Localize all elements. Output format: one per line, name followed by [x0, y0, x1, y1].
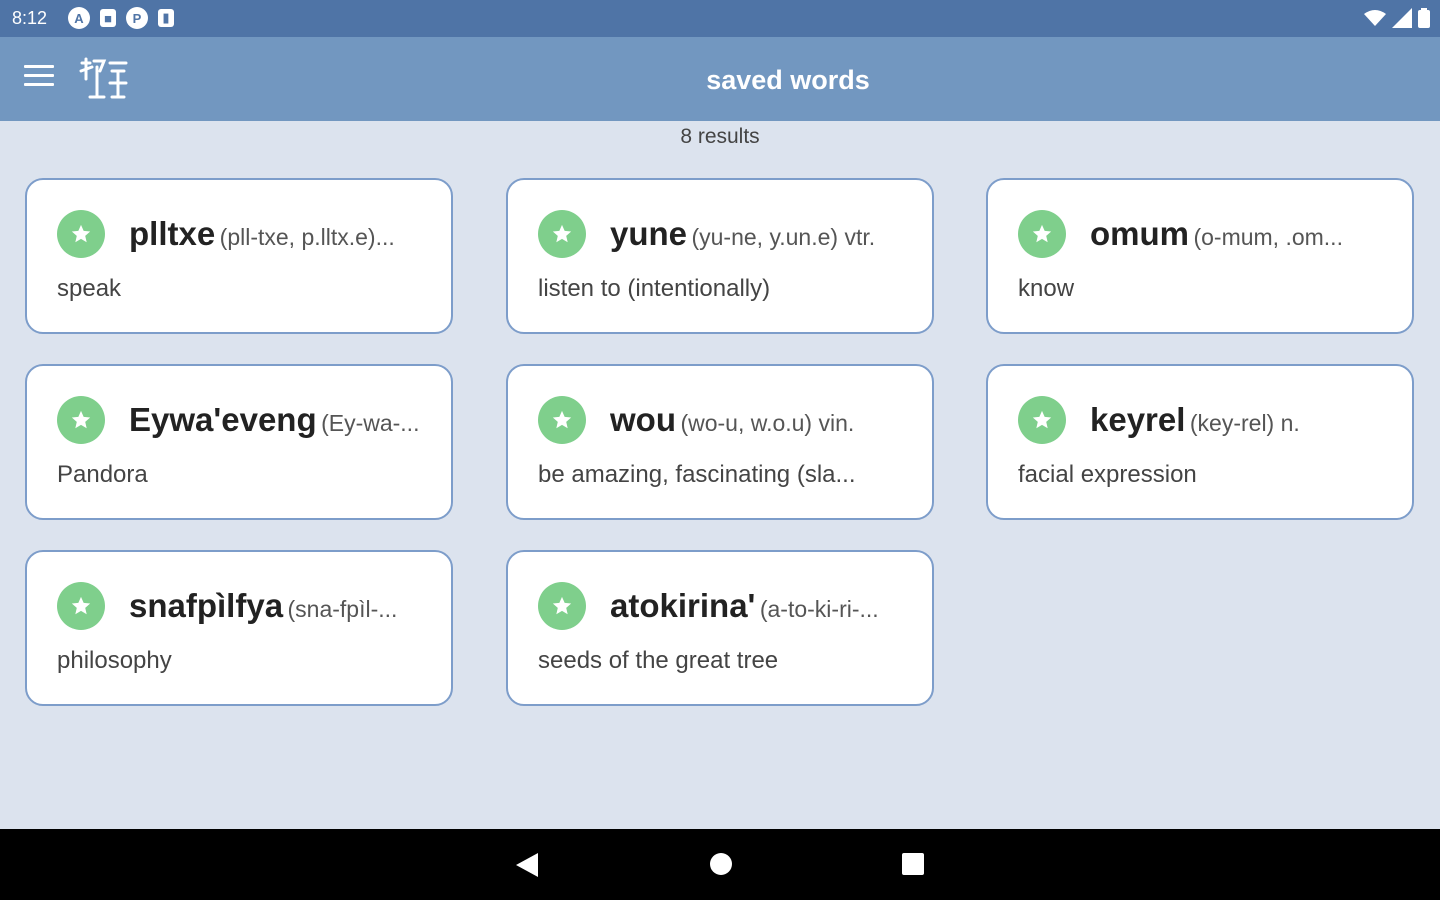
word-definition: Pandora — [57, 461, 148, 488]
word-definition: philosophy — [57, 647, 172, 674]
word-definition: listen to (intentionally) — [538, 275, 771, 302]
word-title: Eywa'eveng — [129, 401, 317, 438]
word-title: snafpìlfya — [129, 587, 284, 624]
system-status-icons — [1364, 8, 1430, 28]
word-pronunciation: (a-to-ki-ri-... — [759, 596, 879, 622]
word-card[interactable]: snafpìlfya (sna-fpìl-... philosophy — [25, 550, 453, 706]
word-title: keyrel — [1090, 401, 1186, 438]
word-definition: speak — [57, 275, 122, 302]
favorite-star-icon[interactable] — [538, 396, 586, 444]
word-header: plltxe (pll-txe, p.lltx.e)... — [129, 215, 429, 253]
favorite-star-icon[interactable] — [57, 396, 105, 444]
favorite-star-icon[interactable] — [1018, 396, 1066, 444]
word-title: plltxe — [129, 215, 216, 252]
word-pronunciation: (key-rel) n. — [1189, 410, 1300, 436]
home-icon[interactable] — [708, 851, 734, 877]
recent-apps-icon[interactable] — [900, 851, 926, 877]
word-pronunciation: (Ey-wa-... — [321, 410, 420, 436]
word-card[interactable]: atokirina' (a-to-ki-ri-... seeds of the … — [506, 550, 934, 706]
word-card[interactable]: wou (wo-u, w.o.u) vin. be amazing, fasci… — [506, 364, 934, 520]
sd-card-icon: ▮ — [158, 9, 174, 27]
notification-square-icon: ■ — [100, 9, 116, 27]
results-count: 8 results — [680, 125, 760, 148]
favorite-star-icon[interactable] — [538, 582, 586, 630]
word-title: atokirina' — [610, 587, 756, 624]
notification-icons: A ■ P ▮ — [68, 7, 174, 29]
word-pronunciation: (pll-txe, p.lltx.e)... — [219, 224, 395, 250]
back-icon[interactable] — [514, 851, 540, 879]
word-title: omum — [1090, 215, 1189, 252]
word-definition: know — [1018, 275, 1075, 302]
notification-a-icon: A — [68, 7, 90, 29]
word-card[interactable]: omum (o-mum, .om... know — [986, 178, 1414, 334]
word-definition: be amazing, fascinating (sla... — [538, 461, 856, 488]
word-header: wou (wo-u, w.o.u) vin. — [610, 401, 910, 439]
notification-p-icon: P — [126, 7, 148, 29]
word-header: yune (yu-ne, y.un.e) vtr. — [610, 215, 910, 253]
word-card[interactable]: plltxe (pll-txe, p.lltx.e)... speak — [25, 178, 453, 334]
word-title: wou — [610, 401, 676, 438]
favorite-star-icon[interactable] — [57, 582, 105, 630]
word-header: Eywa'eveng (Ey-wa-... — [129, 401, 429, 439]
word-title: yune — [610, 215, 688, 252]
battery-icon — [1418, 8, 1430, 28]
favorite-star-icon[interactable] — [538, 210, 586, 258]
status-time: 8:12 — [12, 8, 48, 28]
word-definition: seeds of the great tree — [538, 647, 779, 674]
hamburger-menu-icon[interactable] — [24, 65, 54, 89]
word-header: snafpìlfya (sna-fpìl-... — [129, 587, 429, 625]
word-pronunciation: (o-mum, .om... — [1193, 224, 1343, 250]
favorite-star-icon[interactable] — [57, 210, 105, 258]
system-navigation-bar — [0, 829, 1440, 900]
word-card[interactable]: yune (yu-ne, y.un.e) vtr. listen to (int… — [506, 178, 934, 334]
status-bar: 8:12 A ■ P ▮ — [0, 0, 1440, 37]
favorite-star-icon[interactable] — [1018, 210, 1066, 258]
page-title: saved words — [706, 65, 870, 95]
word-header: omum (o-mum, .om... — [1090, 215, 1390, 253]
app-bar: saved words — [0, 37, 1440, 121]
word-card[interactable]: Eywa'eveng (Ey-wa-... Pandora — [25, 364, 453, 520]
signal-icon — [1392, 8, 1412, 28]
word-pronunciation: (yu-ne, y.un.e) vtr. — [691, 224, 876, 250]
word-definition: facial expression — [1018, 461, 1197, 488]
word-pronunciation: (sna-fpìl-... — [287, 596, 398, 622]
word-pronunciation: (wo-u, w.o.u) vin. — [680, 410, 855, 436]
word-header: atokirina' (a-to-ki-ri-... — [610, 587, 910, 625]
word-card[interactable]: keyrel (key-rel) n. facial expression — [986, 364, 1414, 520]
wifi-icon — [1364, 10, 1386, 26]
word-header: keyrel (key-rel) n. — [1090, 401, 1390, 439]
